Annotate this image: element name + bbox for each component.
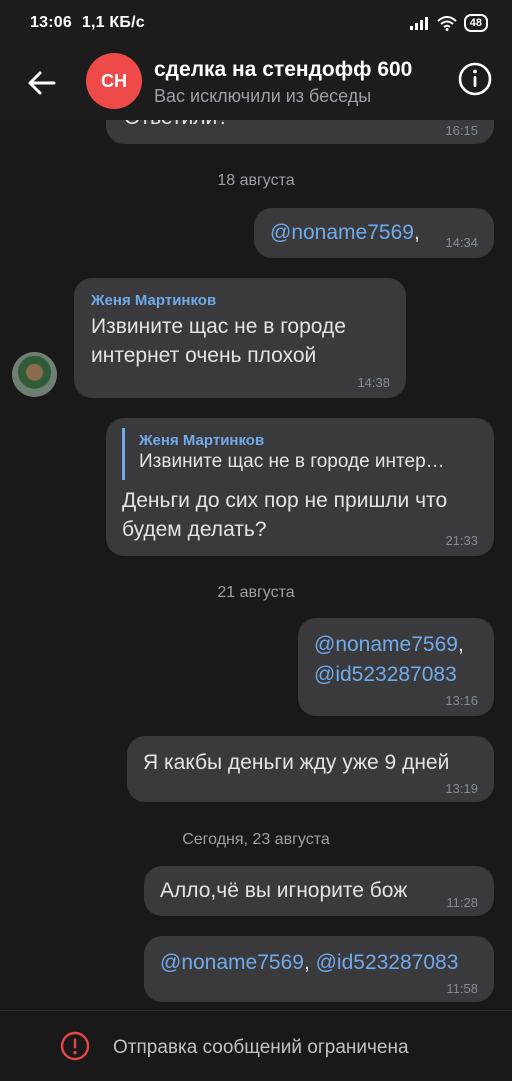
message-text: @noname7569, <box>270 218 420 248</box>
chat-subtitle: Вас исключили из беседы <box>154 86 372 106</box>
message-text-line: Извините щас не в городе <box>91 315 346 338</box>
message-text-line: Деньги до сих пор не пришли что <box>122 489 448 512</box>
date-separator: Сегодня, 23 августа <box>182 831 330 848</box>
info-icon[interactable] <box>457 61 493 97</box>
message-feed[interactable]: Ответили? 16:15 18 августа @noname7569, … <box>0 86 512 1010</box>
message-time: 11:28 <box>446 895 478 910</box>
date-separator: 21 августа <box>217 584 295 601</box>
message-time: 11:58 <box>446 981 478 996</box>
wifi-icon <box>437 15 457 31</box>
alert-circle-icon <box>60 1031 90 1061</box>
mention-link[interactable]: @id523287083 <box>316 951 459 974</box>
date-separator: 18 августа <box>217 172 295 189</box>
status-left: 13:06 1,1 КБ/с <box>30 14 145 32</box>
mention-link[interactable]: @id523287083 <box>314 660 457 690</box>
reply-text: Извините щас не в городе интер… <box>139 451 445 472</box>
message-time: 21:33 <box>445 533 478 548</box>
status-time: 13:06 <box>30 14 72 31</box>
reply-sender: Женя Мартинков <box>139 432 265 449</box>
battery-indicator: 48 <box>463 14 488 32</box>
chat-avatar[interactable]: СН <box>86 53 142 109</box>
mention-link[interactable]: @noname7569 <box>314 633 458 656</box>
message-text: Я какбы деньги жду уже 9 дней <box>143 751 450 774</box>
message-bubble-outgoing[interactable]: @noname7569, 14:34 <box>254 208 494 258</box>
message-text-suffix: , <box>413 221 420 244</box>
message-time: 16:15 <box>445 123 478 138</box>
message-text-line: @noname7569, <box>314 630 464 660</box>
mention-link[interactable]: @noname7569 <box>160 951 304 974</box>
chat-header: СН сделка на стендофф 600 Вас исключили … <box>0 48 512 120</box>
message-bubble-outgoing[interactable]: @noname7569, @id523287083 13:16 <box>298 618 494 716</box>
status-bar: 13:06 1,1 КБ/с 48 <box>0 0 512 48</box>
chat-title[interactable]: сделка на стендофф 600 <box>154 58 412 82</box>
message-bubble-outgoing[interactable]: Я какбы деньги жду уже 9 дней 13:19 <box>127 736 494 802</box>
mention-separator: , <box>303 951 316 974</box>
message-time: 13:16 <box>445 693 478 708</box>
reply-quote[interactable]: Женя Мартинков Извините щас не в городе … <box>122 428 481 480</box>
status-right: 48 <box>409 14 488 32</box>
message-time: 14:38 <box>357 375 390 390</box>
arrow-left-icon[interactable] <box>24 65 60 101</box>
message-text-suffix: , <box>457 633 464 656</box>
message-bubble-outgoing[interactable]: @noname7569, @id523287083 11:58 <box>144 936 494 1002</box>
message-time: 14:34 <box>445 235 478 250</box>
message-bubble-outgoing[interactable]: Женя Мартинков Извините щас не в городе … <box>106 418 494 556</box>
input-restricted-bar: Отправка сообщений ограничена <box>0 1010 512 1081</box>
sender-avatar[interactable] <box>12 352 57 397</box>
restricted-message: Отправка сообщений ограничена <box>113 1037 409 1058</box>
sender-name[interactable]: Женя Мартинков <box>91 292 216 309</box>
mention-link[interactable]: @noname7569 <box>270 221 414 244</box>
message-text: @noname7569, @id523287083 <box>160 948 458 978</box>
network-speed: 1,1 КБ/с <box>81 14 145 31</box>
message-text-line: будем делать? <box>122 518 267 541</box>
signal-icon <box>409 17 428 30</box>
message-text-line: интернет очень плохой <box>91 344 317 367</box>
message-bubble-incoming[interactable]: Женя Мартинков Извините щас не в городе … <box>74 278 406 398</box>
message-time: 13:19 <box>445 781 478 796</box>
message-text: Алло,чё вы игнорите бож <box>160 879 408 902</box>
message-bubble-outgoing[interactable]: Алло,чё вы игнорите бож 11:28 <box>144 866 494 916</box>
